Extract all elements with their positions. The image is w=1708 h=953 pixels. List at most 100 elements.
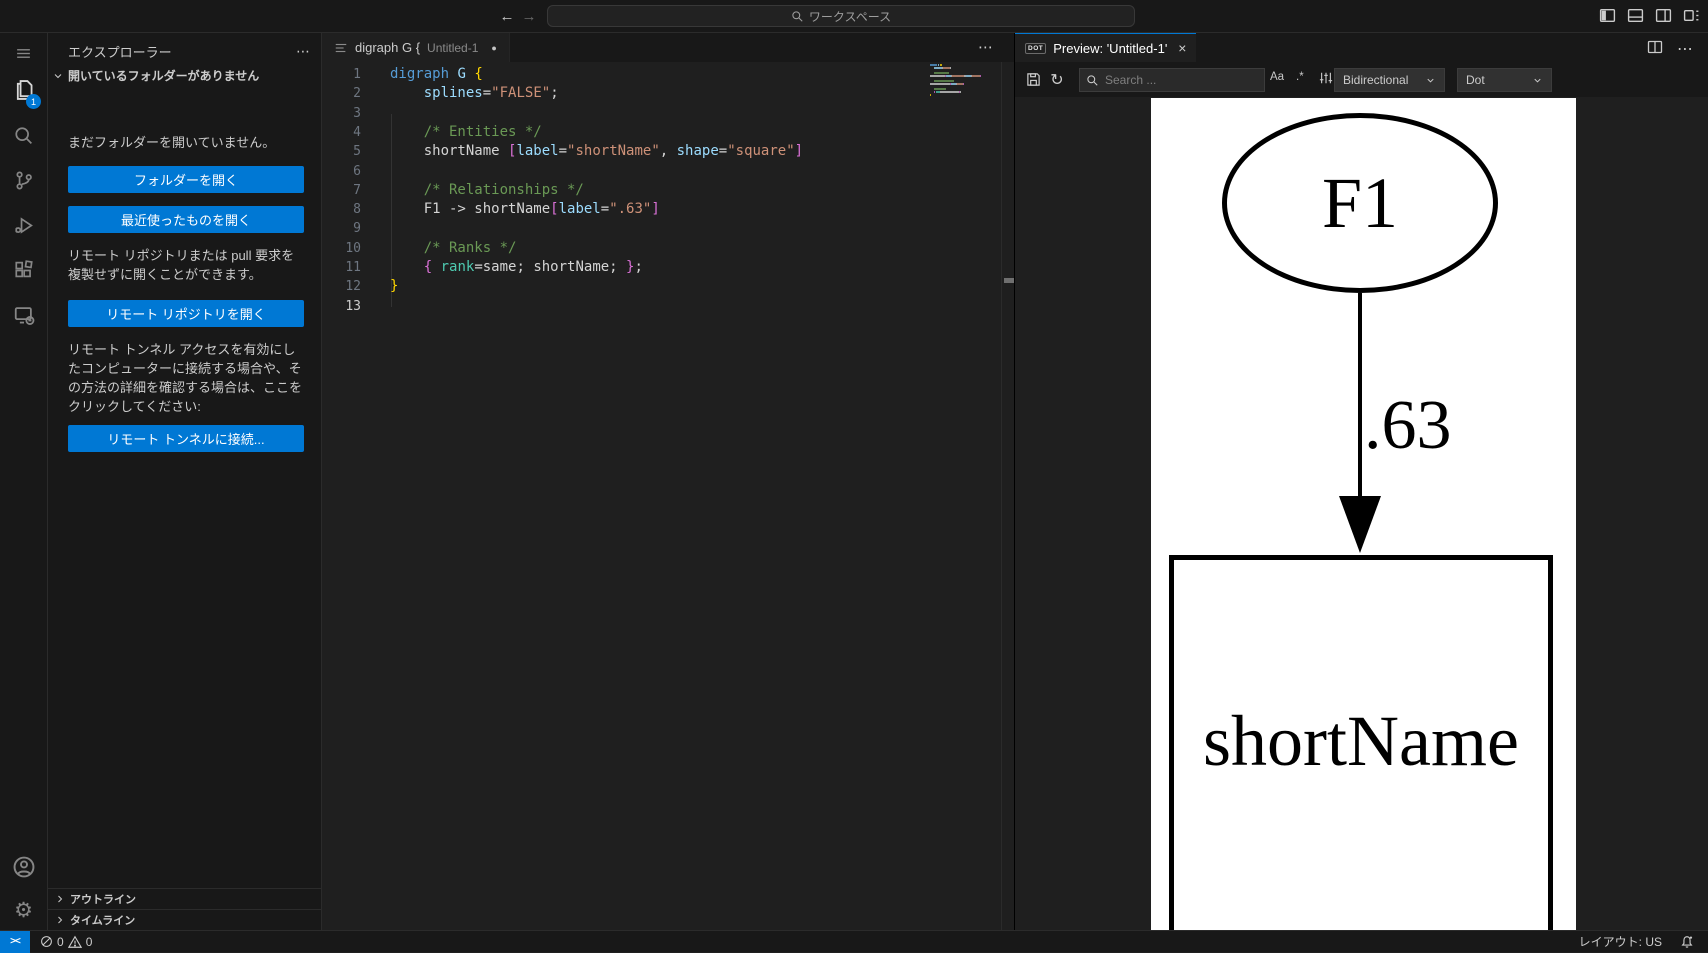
- code-line[interactable]: 6: [322, 162, 1014, 182]
- filter-sliders-icon[interactable]: [1319, 71, 1333, 85]
- dot-badge-icon: DOT: [1025, 42, 1047, 54]
- explorer-badge: 1: [26, 94, 41, 109]
- code-line[interactable]: 11 { rank=same; shortName; };: [322, 258, 1014, 278]
- tab-preview-untitled-1[interactable]: DOT Preview: 'Untitled-1' ×: [1015, 33, 1197, 62]
- line-number: 13: [345, 298, 361, 314]
- open-folder-button[interactable]: フォルダーを開く: [68, 166, 304, 193]
- tab-detail: Untitled-1: [427, 40, 479, 55]
- sidebar-more-icon[interactable]: ⋯: [296, 43, 311, 60]
- save-icon[interactable]: [1021, 68, 1045, 92]
- code-line[interactable]: 4 /* Entities */: [322, 123, 1014, 143]
- toggle-sidebar-icon[interactable]: [1599, 7, 1616, 24]
- code-line[interactable]: 3: [322, 104, 1014, 124]
- remote-explorer-icon[interactable]: [0, 298, 47, 332]
- code-line[interactable]: 5 shortName [label="shortName", shape="s…: [322, 142, 1014, 162]
- remote-tunnel-text: リモート トンネル アクセスを有効にしたコンピューターに接続する場合や、その方法…: [68, 342, 303, 414]
- graph-node-shortname[interactable]: shortName: [1169, 555, 1553, 930]
- source-control-icon[interactable]: [0, 163, 47, 197]
- search-icon: [792, 10, 803, 22]
- notifications-bell-icon[interactable]: [1680, 935, 1694, 949]
- engine-dropdown[interactable]: Dot: [1457, 68, 1552, 92]
- customize-layout-icon[interactable]: [1683, 7, 1700, 24]
- sidebar-title: エクスプローラー: [68, 44, 172, 60]
- graph-preview-body[interactable]: F1 .63 shortName: [1015, 97, 1708, 930]
- explorer-icon[interactable]: 1: [0, 73, 47, 109]
- remote-indicator[interactable]: ><: [0, 930, 30, 953]
- line-number: 1: [353, 67, 361, 82]
- remote-icon: ><: [10, 936, 21, 947]
- line-number: 2: [353, 86, 361, 102]
- tab-untitled-1[interactable]: digraph G { Untitled-1 ●: [322, 33, 510, 62]
- line-number: 8: [353, 202, 361, 218]
- direction-dropdown[interactable]: Bidirectional: [1334, 68, 1445, 92]
- line-number: 5: [353, 144, 361, 160]
- dot-file-icon: [335, 43, 347, 52]
- code-line[interactable]: 9: [322, 219, 1014, 239]
- editor-actions-more-icon[interactable]: ⋯: [978, 38, 994, 56]
- graph-canvas[interactable]: F1 .63 shortName: [1151, 98, 1576, 930]
- code-line[interactable]: 1 digraph G {: [322, 65, 1014, 85]
- open-remote-repository-button[interactable]: リモート リポジトリを開く: [68, 300, 304, 327]
- problems-indicator[interactable]: 0 0: [40, 935, 92, 949]
- preview-more-icon[interactable]: ⋯: [1677, 39, 1694, 59]
- extensions-icon[interactable]: [0, 253, 47, 287]
- graph-edge: [1358, 293, 1362, 500]
- close-icon[interactable]: ×: [1178, 40, 1186, 56]
- chevron-down-icon: [1534, 78, 1541, 83]
- run-debug-icon[interactable]: [0, 208, 47, 242]
- match-case-icon[interactable]: Aa: [1270, 71, 1284, 83]
- keyboard-layout-indicator[interactable]: レイアウト: US: [1579, 933, 1662, 950]
- warning-count: 0: [85, 934, 93, 949]
- command-center-search[interactable]: ワークスペース: [547, 5, 1135, 27]
- split-editor-icon[interactable]: [1647, 39, 1663, 55]
- account-icon[interactable]: [0, 850, 47, 884]
- regex-icon[interactable]: .*: [1296, 71, 1304, 83]
- code-line[interactable]: 12}: [322, 277, 1014, 297]
- overview-ruler-cursor-mark: [1004, 278, 1014, 283]
- line-number: 6: [353, 163, 361, 179]
- open-recent-button[interactable]: 最近使ったものを開く: [68, 206, 304, 233]
- error-count: 0: [57, 934, 64, 949]
- search-view-icon[interactable]: [0, 118, 47, 152]
- settings-gear-icon[interactable]: ⚙: [0, 893, 47, 927]
- code-line[interactable]: 7 /* Relationships */: [322, 181, 1014, 201]
- code-line[interactable]: 13: [322, 297, 1014, 317]
- line-number: 4: [353, 124, 361, 140]
- code-line[interactable]: 8 F1 -> shortName[label=".63"]: [322, 200, 1014, 220]
- status-bar: >< 0 0 レイアウト: US: [0, 930, 1708, 953]
- timeline-section-header[interactable]: タイムライン: [48, 909, 321, 930]
- line-number: 3: [353, 105, 361, 121]
- code-editor[interactable]: 1 digraph G {2 splines="FALSE"; 3 4 /* Enti…: [322, 62, 1014, 930]
- preview-search-input[interactable]: [1105, 73, 1235, 87]
- refresh-icon[interactable]: ↻: [1045, 68, 1069, 92]
- line-number: 9: [353, 221, 361, 237]
- chevron-right-icon: [58, 895, 63, 903]
- toggle-panel-icon[interactable]: [1627, 7, 1644, 24]
- editor-scrollbar[interactable]: [1001, 62, 1014, 930]
- code-line[interactable]: 2 splines="FALSE";: [322, 84, 1014, 104]
- preview-search-box[interactable]: [1079, 68, 1265, 92]
- toggle-secondary-sidebar-icon[interactable]: [1655, 7, 1672, 24]
- outline-section-header[interactable]: アウトライン: [48, 888, 321, 909]
- editor-tab-bar: digraph G { Untitled-1 ● ⋯: [322, 33, 1014, 62]
- editor-group: digraph G { Untitled-1 ● ⋯ 1 digraph G {2…: [322, 33, 1014, 930]
- no-folder-text: まだフォルダーを開いていません。: [68, 135, 276, 150]
- activity-bar: 1 ⚙: [0, 33, 48, 930]
- title-bar: ← → ワークスペース: [0, 0, 1708, 33]
- preview-pane: DOT Preview: 'Untitled-1' × ⋯ ↻ Aa .*: [1014, 33, 1708, 930]
- modified-dot-icon[interactable]: ●: [491, 43, 496, 53]
- workspace-search-label: ワークスペース: [808, 9, 892, 24]
- back-icon[interactable]: ←: [497, 6, 517, 26]
- graph-node-f1[interactable]: F1: [1222, 113, 1498, 293]
- minimap[interactable]: [926, 64, 1001, 184]
- no-folder-section-header[interactable]: 開いているフォルダーがありません: [52, 64, 259, 87]
- forward-icon[interactable]: →: [519, 6, 539, 26]
- connect-tunnel-button[interactable]: リモート トンネルに接続...: [68, 425, 304, 452]
- preview-tab-bar: DOT Preview: 'Untitled-1' × ⋯: [1015, 33, 1708, 62]
- explorer-sidebar: エクスプローラー ⋯ 開いているフォルダーがありません まだフォルダーを開いてい…: [48, 33, 322, 930]
- preview-tab-title: Preview: 'Untitled-1': [1053, 40, 1168, 56]
- line-number: 11: [345, 260, 361, 275]
- menu-icon[interactable]: [0, 36, 47, 70]
- code-line[interactable]: 10 /* Ranks */: [322, 239, 1014, 259]
- line-number: 10: [345, 240, 361, 256]
